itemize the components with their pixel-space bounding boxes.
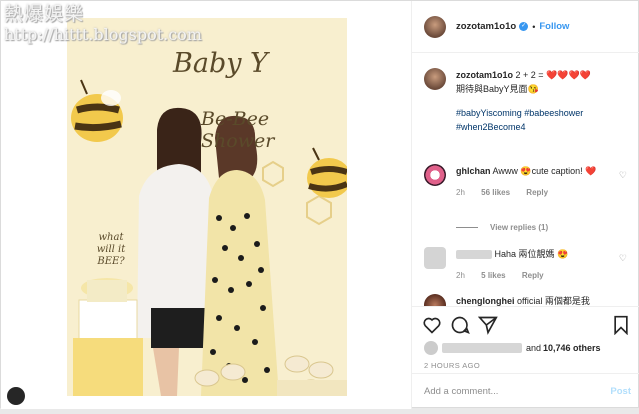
comment-username[interactable]: chenglonghei [456, 296, 515, 306]
comment-bubble-icon[interactable] [450, 315, 470, 335]
post-comment-button[interactable]: Post [610, 386, 631, 397]
comment-item: chenglonghei official 兩個都是我 [424, 294, 629, 306]
comment-username[interactable]: ghlchan [456, 166, 491, 176]
watermark-title: 熱爆娛樂 [4, 3, 85, 25]
sign-title: Baby Y [173, 48, 268, 79]
comment-likes[interactable]: 56 likes [481, 188, 510, 197]
add-comment-bar: Add a comment... Post [412, 373, 639, 409]
like-heart-icon[interactable] [422, 315, 442, 335]
watermark-url: http://hittt.blogspot.com [4, 24, 202, 44]
comment-username-blurred[interactable] [456, 250, 492, 260]
liker-avatar[interactable] [424, 341, 438, 355]
caption-comment: zozotam1o1o 2 + 2 = ❤️❤️❤️❤️ 期待與BabyY見面😘… [424, 68, 629, 134]
comment-item: Haha 兩位靚媽 😍 2h 5 likes Reply ♡ [424, 247, 629, 283]
comment-like-heart-icon[interactable]: ♡ [619, 168, 627, 182]
caption-username[interactable]: zozotam1o1o [456, 70, 513, 80]
comment-time: 2h [456, 271, 465, 280]
cake-topper: what will it BEE? [96, 232, 126, 267]
comment-text: Awww 😍cute caption! ❤️ [492, 166, 597, 176]
header-username[interactable]: zozotam1o1o [456, 21, 516, 32]
comment-time: 2h [456, 188, 465, 197]
bookmark-icon[interactable] [612, 315, 630, 335]
likes-count[interactable]: 10,746 others [543, 343, 601, 353]
post-timestamp[interactable]: 2 HOURS AGO [424, 361, 480, 370]
comment-avatar[interactable] [424, 247, 446, 269]
comment-text: official 兩個都是我 [517, 296, 590, 306]
comment-like-heart-icon[interactable]: ♡ [619, 251, 627, 265]
follow-button[interactable]: Follow [539, 21, 569, 32]
comment-avatar[interactable] [424, 164, 446, 186]
comments-list: zozotam1o1o 2 + 2 = ❤️❤️❤️❤️ 期待與BabyY見面😘… [412, 54, 639, 306]
comment-reply-button[interactable]: Reply [522, 271, 544, 280]
photo-area: Baby Y Be-Bee Shower what will it BEE? [1, 1, 411, 409]
action-icons [422, 315, 632, 337]
comment-item: ghlchan Awww 😍cute caption! ❤️ 2h 56 lik… [424, 164, 629, 200]
view-replies-button[interactable]: View replies (1) [456, 223, 548, 232]
comment-reply-button[interactable]: Reply [526, 188, 548, 197]
caption-hashtags-line1[interactable]: #babyYiscoming #babeeshower [456, 108, 583, 118]
header-separator: • [532, 21, 536, 32]
caption-text-line1: 2 + 2 = ❤️❤️❤️❤️ [515, 70, 591, 80]
share-send-icon[interactable] [478, 315, 498, 335]
post-sidebar: zozotam1o1o ✓ • Follow zozotam1o1o 2 + 2… [411, 1, 639, 409]
instagram-post: Baby Y Be-Bee Shower what will it BEE? z… [0, 0, 639, 409]
corner-button-icon[interactable] [7, 387, 25, 405]
caption-avatar[interactable] [424, 68, 446, 90]
sign-subtitle: Be-Bee Shower [201, 108, 275, 152]
avatar[interactable] [424, 15, 446, 38]
caption-text-line2: 期待與BabyY見面😘 [456, 84, 539, 94]
comment-likes[interactable]: 5 likes [481, 271, 505, 280]
post-header: zozotam1o1o ✓ • Follow [412, 1, 639, 53]
comment-avatar[interactable] [424, 294, 446, 306]
watermark: 熱爆娛樂 http://hittt.blogspot.com [4, 3, 202, 44]
caption-hashtags-line2[interactable]: #when2Become4 [456, 122, 526, 132]
likes-prefix: and [526, 343, 542, 353]
verified-badge-icon: ✓ [519, 22, 529, 31]
liker-names-blurred[interactable] [442, 343, 522, 353]
comment-meta: 2h 56 likes Reply [456, 186, 629, 200]
likes-summary: and 10,746 others [424, 341, 603, 355]
screenshot-frame: Baby Y Be-Bee Shower what will it BEE? z… [0, 0, 639, 414]
post-photo: Baby Y Be-Bee Shower what will it BEE? [67, 18, 347, 396]
comment-meta: 2h 5 likes Reply [456, 269, 629, 283]
comment-text: Haha 兩位靚媽 😍 [494, 249, 569, 259]
add-comment-input[interactable]: Add a comment... [424, 386, 498, 397]
